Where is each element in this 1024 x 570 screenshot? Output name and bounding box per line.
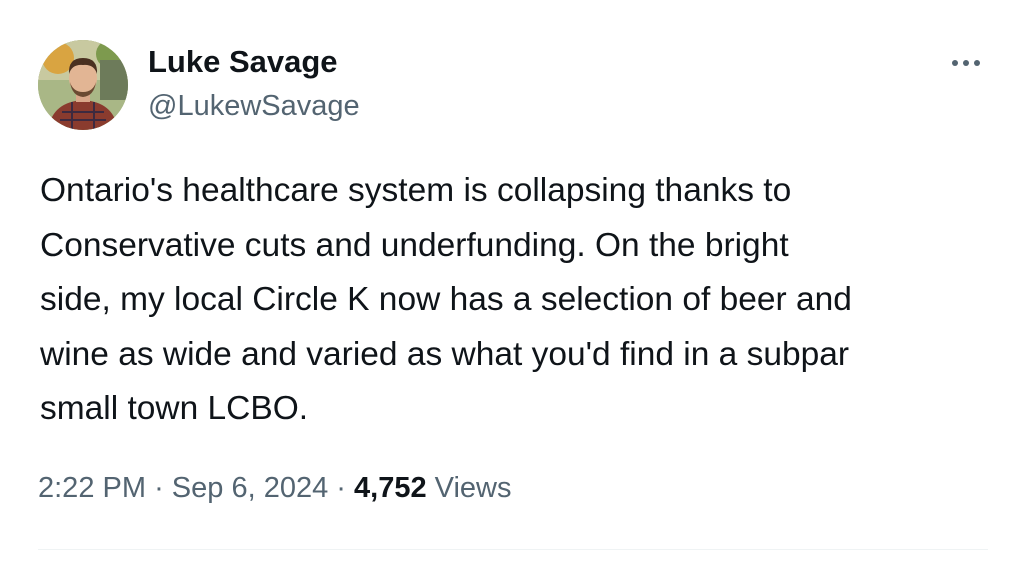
views-count[interactable]: 4,752	[354, 472, 427, 504]
views-label[interactable]: Views	[435, 472, 512, 504]
meta-separator: ·	[336, 472, 346, 504]
more-options-button[interactable]	[940, 48, 992, 78]
tweet-card: Luke Savage @LukewSavage Ontario's healt…	[0, 0, 1024, 570]
divider	[38, 549, 988, 550]
more-horizontal-icon	[952, 60, 980, 66]
tweet-date[interactable]: Sep 6, 2024	[172, 472, 328, 504]
tweet-time[interactable]: 2:22 PM	[38, 472, 146, 504]
avatar[interactable]	[38, 40, 128, 130]
author-name[interactable]: Luke Savage	[148, 44, 338, 80]
avatar-photo	[38, 40, 128, 130]
author-handle[interactable]: @LukewSavage	[148, 90, 360, 123]
meta-separator: ·	[154, 472, 164, 504]
tweet-meta: 2:22 PM · Sep 6, 2024 · 4,752 Views	[38, 472, 512, 505]
tweet-text: Ontario's healthcare system is collapsin…	[40, 172, 852, 427]
